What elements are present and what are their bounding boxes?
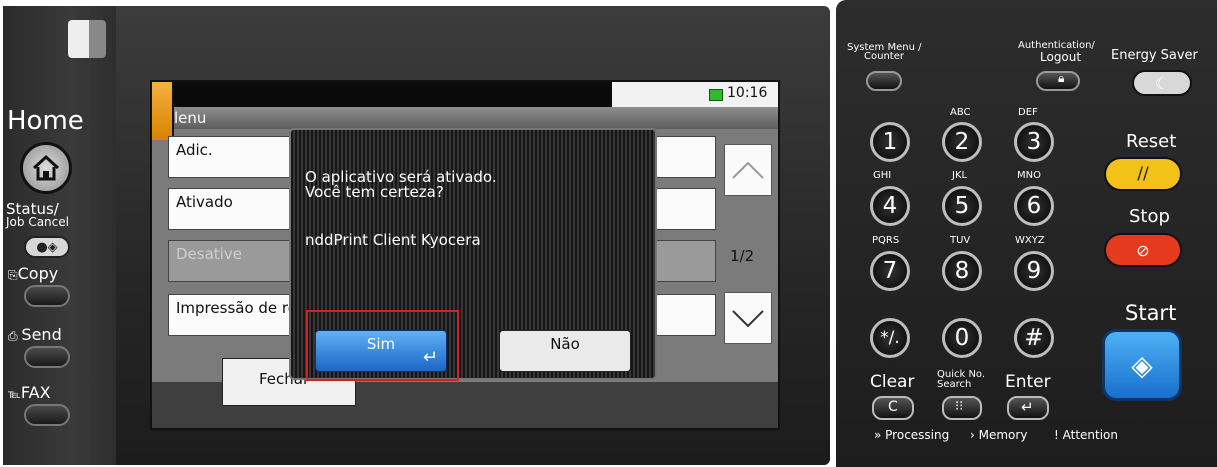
send-label: ⎙ Send bbox=[8, 325, 62, 344]
enter-button[interactable]: ↵ bbox=[1007, 396, 1049, 420]
start-icon: ◈ bbox=[1131, 348, 1153, 382]
home-icon bbox=[32, 154, 60, 181]
scroll-down-button[interactable] bbox=[724, 292, 772, 344]
key-9[interactable]: 9 bbox=[1014, 251, 1054, 291]
key-3[interactable]: 3 bbox=[1014, 122, 1054, 162]
device-panel: Home Status/ Job Cancel ●◈ ⎘Copy ⎙ Send … bbox=[0, 0, 1217, 467]
energy-saver-button[interactable]: ☾ bbox=[1132, 70, 1192, 96]
enter-label: Enter bbox=[1005, 372, 1051, 392]
key-letters-mno: MNO bbox=[1017, 170, 1041, 181]
page-indicator: 1/2 bbox=[730, 247, 755, 265]
energy-saver-label: Energy Saver bbox=[1111, 48, 1198, 63]
screen-title: lenu bbox=[152, 107, 778, 129]
clear-button[interactable]: C bbox=[872, 396, 914, 420]
counter-label: Counter bbox=[864, 51, 904, 62]
send-icon: ⎙ bbox=[8, 329, 22, 343]
logout-button[interactable]: 🔒︎ bbox=[1036, 71, 1080, 91]
job-cancel-label: Job Cancel bbox=[6, 215, 69, 229]
memory-label: › Memory bbox=[970, 428, 1028, 442]
key-2[interactable]: 2 bbox=[942, 122, 982, 162]
key-star-dot[interactable]: */. bbox=[870, 318, 910, 358]
key-4[interactable]: 4 bbox=[870, 186, 910, 226]
home-button[interactable] bbox=[20, 142, 72, 194]
touch-screen: 10:16 lenu Adic. Ativado Desative Impres… bbox=[150, 80, 780, 430]
key-0[interactable]: 0 bbox=[942, 318, 982, 358]
reset-button[interactable]: // bbox=[1104, 157, 1182, 191]
highlight-box bbox=[306, 310, 459, 381]
reset-label: Reset bbox=[1126, 131, 1177, 152]
fax-icon: ℡ bbox=[8, 387, 21, 401]
fax-label: ℡FAX bbox=[8, 383, 51, 402]
memory-icon: › bbox=[970, 428, 979, 442]
key-8[interactable]: 8 bbox=[942, 251, 982, 291]
enter-key-icon: ↵ bbox=[1021, 398, 1034, 416]
key-letters-wxyz: WXYZ bbox=[1015, 235, 1045, 246]
card-slot bbox=[68, 20, 106, 58]
scroll-up-button[interactable] bbox=[724, 144, 772, 196]
key-letters-jkl: JKL bbox=[952, 170, 968, 181]
status-icon: ●◈ bbox=[36, 239, 58, 255]
status-job-cancel-button[interactable]: ●◈ bbox=[24, 236, 70, 258]
home-label: Home bbox=[7, 106, 84, 136]
key-7[interactable]: 7 bbox=[870, 251, 910, 291]
clock: 10:16 bbox=[727, 85, 768, 101]
key-letters-tuv: TUV bbox=[950, 235, 971, 246]
processing-label: » Processing bbox=[874, 428, 950, 442]
key-hash[interactable]: # bbox=[1014, 318, 1054, 358]
key-1[interactable]: 1 bbox=[870, 122, 910, 162]
dialog-app-name: nddPrint Client Kyocera bbox=[305, 231, 481, 249]
copy-icon: ⎘ bbox=[8, 268, 18, 282]
system-menu-button[interactable] bbox=[866, 71, 902, 91]
quick-search-button[interactable]: ⁝⁝ bbox=[942, 396, 982, 420]
stop-button[interactable]: ⊘ bbox=[1104, 233, 1182, 267]
reset-icon: // bbox=[1137, 164, 1149, 184]
keypad-icon: ⁝⁝ bbox=[955, 399, 964, 414]
key-letters-ghi: GHI bbox=[873, 170, 892, 181]
start-label: Start bbox=[1125, 301, 1177, 325]
key-5[interactable]: 5 bbox=[942, 186, 982, 226]
clear-label: Clear bbox=[870, 372, 915, 392]
processing-icon: » bbox=[874, 428, 886, 442]
key-letters-pqrs: PQRS bbox=[872, 235, 900, 246]
start-button[interactable]: ◈ bbox=[1102, 329, 1182, 401]
key-letters-abc: ABC bbox=[950, 107, 971, 118]
no-button[interactable]: Não bbox=[499, 330, 631, 372]
copy-label: ⎘Copy bbox=[8, 264, 59, 283]
stop-label: Stop bbox=[1129, 206, 1170, 227]
copy-button[interactable] bbox=[24, 285, 70, 307]
chevron-up-icon bbox=[732, 161, 764, 179]
logout-label: Logout bbox=[1040, 50, 1082, 64]
status-bar: 10:16 bbox=[152, 82, 778, 107]
attention-icon: ! bbox=[1054, 428, 1063, 442]
attention-label: ! Attention bbox=[1054, 428, 1119, 442]
send-button[interactable] bbox=[24, 346, 70, 368]
stop-icon: ⊘ bbox=[1136, 240, 1150, 260]
quick-search-label-2: Search bbox=[937, 379, 972, 390]
key-letters-def: DEF bbox=[1018, 107, 1038, 118]
dialog-message-2: Você tem certeza? bbox=[305, 183, 444, 201]
clear-key-icon: C bbox=[888, 399, 898, 415]
fax-button[interactable] bbox=[24, 404, 70, 426]
lock-icon: 🔒︎ bbox=[1058, 71, 1065, 85]
orange-tab-icon[interactable] bbox=[152, 82, 174, 140]
chevron-down-icon bbox=[732, 310, 764, 328]
key-6[interactable]: 6 bbox=[1014, 186, 1054, 226]
device-status-icon bbox=[709, 89, 723, 101]
message-area bbox=[152, 82, 612, 107]
moon-icon: ☾ bbox=[1154, 73, 1170, 93]
